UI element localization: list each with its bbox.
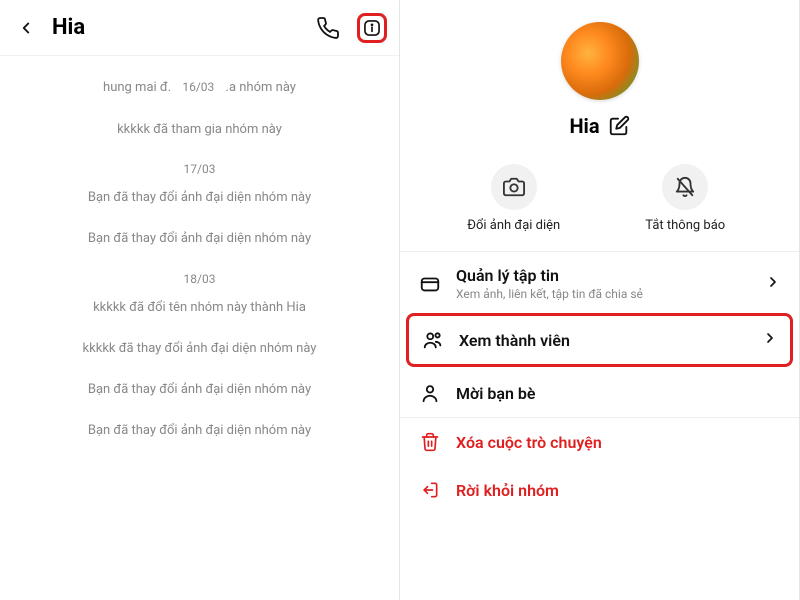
system-message: Bạn đã thay đổi ảnh đại diện nhóm này [0,190,399,207]
profile-name: Hia [569,114,599,138]
invite-friends-item[interactable]: Mời bạn bè [400,369,799,417]
profile-name-row: Hia [400,114,799,138]
quick-actions: Đổi ảnh đại diện Tắt thông báo [400,146,799,252]
date-chip: 16/03 [174,78,222,98]
chevron-left-icon [17,19,35,37]
trash-icon [420,432,440,452]
people-icon [422,329,444,351]
person-icon [419,382,441,404]
bell-circle [662,164,708,210]
chat-header: Hia [0,0,399,56]
manage-files-item[interactable]: Quản lý tập tin Xem ảnh, liên kết, tập t… [400,252,799,311]
system-message: Bạn đã thay đổi ảnh đại diện nhóm này [0,423,399,440]
leave-icon [420,480,440,500]
camera-icon [503,176,525,198]
details-panel: Hia Đổi ảnh đại diện Tắt thông báo Qu [400,0,800,600]
bell-off-icon [674,176,696,198]
chevron-right-icon [762,330,778,350]
system-message: Bạn đã thay đổi ảnh đại diện nhóm này [0,231,399,248]
info-button[interactable] [357,13,387,43]
header-actions [313,13,387,43]
leave-title: Rời khỏi nhóm [456,481,781,500]
mute-label: Tắt thông báo [620,218,750,233]
msg-text-pre: hung mai đ. [103,80,171,95]
system-message: kkkkk đã thay đổi ảnh đại diện nhóm này [0,341,399,358]
system-messages: hung mai đ. 16/03 .a nhóm này kkkkk đã t… [0,56,399,464]
delete-chat-item[interactable]: Xóa cuộc trò chuyện [400,418,799,466]
chat-title: Hia [52,15,313,40]
settings-menu: Quản lý tập tin Xem ảnh, liên kết, tập t… [400,252,799,514]
members-title: Xem thành viên [459,331,748,350]
system-message: kkkkk đã tham gia nhóm này [0,122,399,139]
change-avatar-action[interactable]: Đổi ảnh đại diện [449,164,579,233]
system-message: Bạn đã thay đổi ảnh đại diện nhóm này [0,382,399,399]
profile-section: Hia [400,0,799,146]
files-title: Quản lý tập tin [456,266,751,285]
mute-action[interactable]: Tắt thông báo [620,164,750,233]
date-divider: 18/03 [0,272,399,286]
msg-text-post: .a nhóm này [226,80,296,95]
delete-title: Xóa cuộc trò chuyện [456,433,781,452]
info-icon [362,17,382,39]
chevron-right-icon [765,274,781,294]
date-divider: 17/03 [0,162,399,176]
phone-icon [316,16,340,40]
call-button[interactable] [313,13,343,43]
chat-panel: Hia hung mai đ. 16/03 .a nhóm này kkkkk … [0,0,400,600]
invite-title: Mời bạn bè [456,384,781,403]
back-button[interactable] [12,14,40,42]
edit-name-button[interactable] [608,115,630,137]
pencil-icon [608,115,630,137]
camera-circle [491,164,537,210]
files-subtitle: Xem ảnh, liên kết, tập tin đã chia sẻ [456,287,751,301]
group-avatar[interactable] [561,22,639,100]
members-highlight: Xem thành viên [406,313,793,367]
folder-icon [419,273,441,295]
change-avatar-label: Đổi ảnh đại diện [449,218,579,233]
view-members-item[interactable]: Xem thành viên [409,316,790,364]
system-message: hung mai đ. 16/03 .a nhóm này [0,78,399,98]
system-message: kkkkk đã đổi tên nhóm này thành Hia [0,300,399,317]
leave-group-item[interactable]: Rời khỏi nhóm [400,466,799,514]
